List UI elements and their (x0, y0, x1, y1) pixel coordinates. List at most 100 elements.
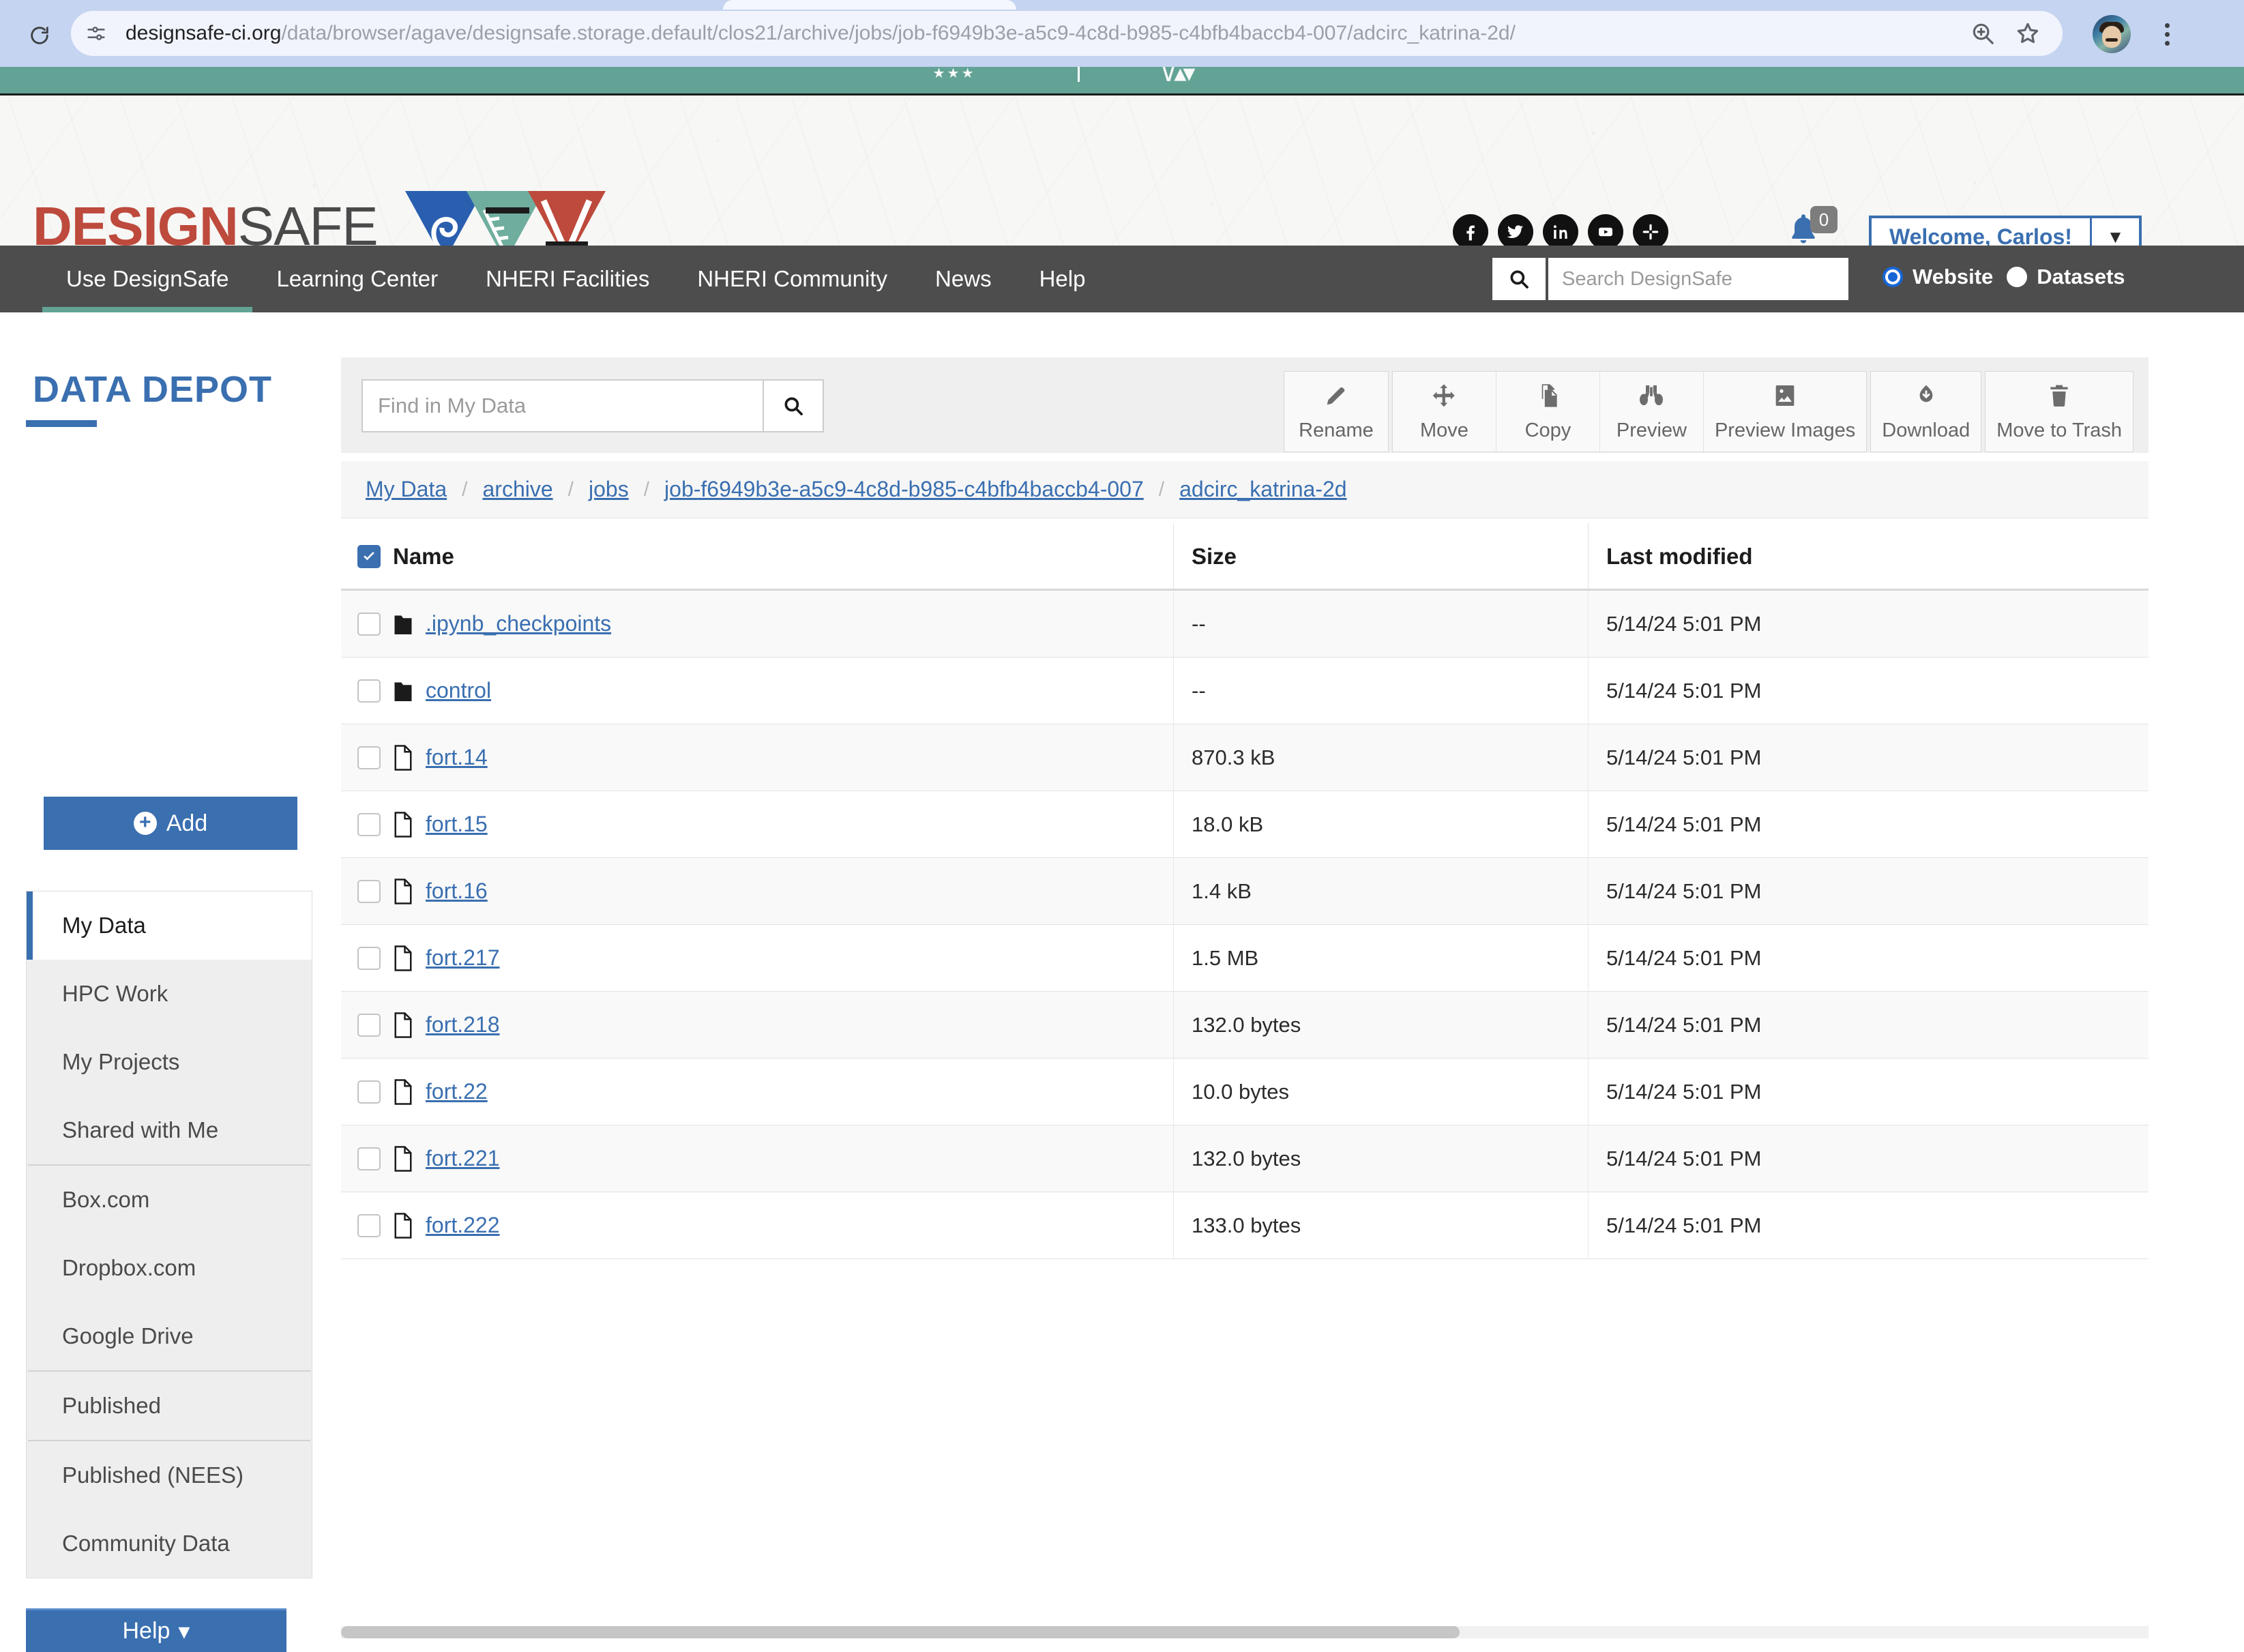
horizontal-scrollbar[interactable] (341, 1626, 2149, 1638)
sidebar-item-shared-with-me[interactable]: Shared with Me (27, 1096, 312, 1164)
file-name-link[interactable]: fort.22 (426, 1079, 488, 1104)
nav-item-nheri-facilities[interactable]: NHERI Facilities (462, 246, 673, 312)
nav-item-help[interactable]: Help (1016, 246, 1110, 312)
bookmark-star-icon[interactable] (2005, 11, 2050, 56)
download-button[interactable]: Download (1871, 372, 1981, 452)
scope-label-datasets: Datasets (2037, 265, 2125, 289)
nav-item-learning-center[interactable]: Learning Center (252, 246, 462, 312)
table-row[interactable]: fort.218 132.0 bytes 5/14/24 5:01 PM (341, 991, 2149, 1059)
table-row[interactable]: fort.15 18.0 kB 5/14/24 5:01 PM (341, 791, 2149, 858)
nav-item-nheri-community[interactable]: NHERI Community (673, 246, 911, 312)
breadcrumb-item-jobs[interactable]: jobs (589, 477, 629, 502)
rename-button[interactable]: Rename (1284, 372, 1388, 452)
browser-tab[interactable] (723, 0, 1016, 10)
sidebar-item-published[interactable]: Published (27, 1372, 312, 1440)
help-button[interactable]: Help ▾ (26, 1608, 286, 1652)
file-name-link[interactable]: fort.221 (426, 1146, 500, 1171)
site-search-input[interactable] (1548, 258, 1848, 300)
facebook-icon[interactable] (1453, 214, 1488, 246)
table-row[interactable]: fort.22 10.0 bytes 5/14/24 5:01 PM (341, 1058, 2149, 1125)
scope-option-website[interactable]: Website (1883, 265, 1993, 289)
sidebar-item-hpc-work[interactable]: HPC Work (27, 960, 312, 1028)
sidebar-item-google-drive[interactable]: Google Drive (27, 1302, 312, 1370)
pencil-icon (1323, 380, 1350, 411)
caret-down-icon: ▾ (178, 1618, 190, 1644)
linkedin-icon[interactable] (1543, 214, 1578, 246)
designsafe-logo[interactable]: DESIGNSAFE (33, 190, 608, 246)
move-button[interactable]: Move (1392, 372, 1496, 452)
move-to-trash-button[interactable]: Move to Trash (1985, 372, 2133, 452)
row-checkbox[interactable] (357, 1013, 381, 1037)
table-row[interactable]: .ipynb_checkpoints -- 5/14/24 5:01 PM (341, 590, 2149, 658)
three-dot-menu-icon[interactable] (2149, 15, 2185, 53)
breadcrumb: My Data / archive / jobs / job-f6949b3e-… (341, 461, 2149, 518)
sidebar-item-box[interactable]: Box.com (27, 1166, 312, 1234)
table-row[interactable]: fort.221 132.0 bytes 5/14/24 5:01 PM (341, 1125, 2149, 1192)
file-name-link[interactable]: fort.217 (426, 945, 500, 971)
find-in-data-group (361, 379, 824, 432)
select-all-checkbox[interactable] (357, 544, 381, 568)
add-button[interactable]: + Add (44, 797, 297, 850)
row-modified-cell: 5/14/24 5:01 PM (1588, 1192, 2149, 1259)
breadcrumb-item-my-data[interactable]: My Data (366, 477, 447, 502)
preview-button[interactable]: Preview (1599, 372, 1704, 452)
file-name-link[interactable]: fort.14 (426, 745, 488, 770)
teal-accent-strip: ⋆⋆⋆ ∨▴▾ (0, 67, 2244, 95)
slack-icon[interactable] (1633, 214, 1668, 246)
nav-item-news[interactable]: News (911, 246, 1016, 312)
table-row[interactable]: control -- 5/14/24 5:01 PM (341, 657, 2149, 724)
user-menu-button[interactable]: Welcome, Carlos! ▼ (1869, 216, 2142, 246)
file-toolbar: Rename Move Copy (341, 357, 2149, 453)
notification-bell-icon[interactable]: 0 (1786, 206, 1837, 246)
zoom-in-icon[interactable] (1960, 11, 2005, 56)
table-row[interactable]: fort.14 870.3 kB 5/14/24 5:01 PM (341, 724, 2149, 791)
row-checkbox[interactable] (357, 1213, 381, 1237)
breadcrumb-item-archive[interactable]: archive (482, 477, 552, 502)
search-icon[interactable] (1492, 258, 1546, 300)
sidebar-item-published-nees[interactable]: Published (NEES) (27, 1441, 312, 1509)
row-checkbox[interactable] (357, 812, 381, 836)
youtube-icon[interactable] (1588, 214, 1623, 246)
find-input[interactable] (361, 379, 764, 432)
file-icon (393, 1078, 413, 1105)
address-bar[interactable]: designsafe-ci.org/data/browser/agave/des… (71, 11, 2063, 56)
file-name-link[interactable]: control (426, 678, 491, 703)
row-checkbox[interactable] (357, 612, 381, 636)
nav-items: Use DesignSafe Learning Center NHERI Fac… (42, 246, 1109, 312)
banner-glyph-divider (1078, 67, 1080, 82)
preview-images-button[interactable]: Preview Images (1703, 372, 1867, 452)
file-name-link[interactable]: fort.15 (426, 812, 488, 837)
profile-avatar[interactable] (2093, 15, 2131, 53)
row-checkbox[interactable] (357, 946, 381, 970)
file-name-link[interactable]: fort.16 (426, 879, 488, 904)
scope-option-datasets[interactable]: Datasets (2007, 265, 2125, 289)
file-name-link[interactable]: .ipynb_checkpoints (426, 611, 611, 636)
table-row[interactable]: fort.217 1.5 MB 5/14/24 5:01 PM (341, 924, 2149, 992)
url-text[interactable]: designsafe-ci.org/data/browser/agave/des… (126, 11, 1960, 56)
file-name-link[interactable]: fort.218 (426, 1012, 500, 1037)
breadcrumb-item-adcirc[interactable]: adcirc_katrina-2d (1179, 477, 1346, 502)
table-row[interactable]: fort.16 1.4 kB 5/14/24 5:01 PM (341, 857, 2149, 925)
scrollbar-thumb[interactable] (341, 1626, 1460, 1638)
site-settings-icon[interactable] (76, 16, 116, 51)
twitter-icon[interactable] (1498, 214, 1533, 246)
nav-item-use-designsafe[interactable]: Use DesignSafe (42, 246, 253, 312)
sidebar-item-dropbox[interactable]: Dropbox.com (27, 1234, 312, 1302)
row-checkbox[interactable] (357, 679, 381, 703)
row-checkbox[interactable] (357, 1147, 381, 1170)
sidebar-item-community-data[interactable]: Community Data (27, 1509, 312, 1578)
breadcrumb-item-job[interactable]: job-f6949b3e-a5c9-4c8d-b985-c4bfb4baccb4… (664, 477, 1144, 502)
sidebar-item-my-projects[interactable]: My Projects (27, 1028, 312, 1096)
chevron-down-icon[interactable]: ▼ (2089, 218, 2139, 246)
radio-website-icon[interactable] (1883, 267, 1903, 287)
copy-button[interactable]: Copy (1496, 372, 1600, 452)
radio-datasets-icon[interactable] (2007, 267, 2028, 287)
sidebar-item-my-data[interactable]: My Data (27, 891, 312, 960)
file-name-link[interactable]: fort.222 (426, 1213, 500, 1238)
row-checkbox[interactable] (357, 879, 381, 903)
row-checkbox[interactable] (357, 1080, 381, 1104)
table-row[interactable]: fort.222 133.0 bytes 5/14/24 5:01 PM (341, 1192, 2149, 1259)
find-search-icon[interactable] (764, 379, 824, 432)
reload-icon[interactable] (22, 18, 57, 53)
row-checkbox[interactable] (357, 746, 381, 769)
